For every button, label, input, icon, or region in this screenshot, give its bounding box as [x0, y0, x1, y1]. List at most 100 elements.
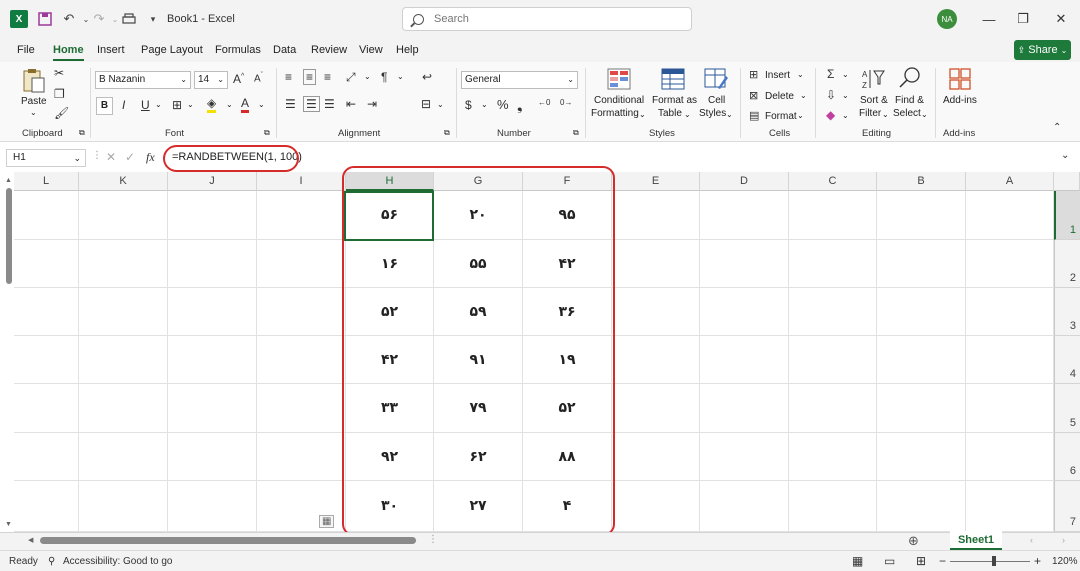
vertical-scrollbar-thumb[interactable] [6, 188, 12, 284]
cell-a1[interactable] [966, 191, 1054, 240]
tab-insert[interactable]: Insert [97, 44, 125, 56]
merge-center-icon[interactable]: ⊟ [421, 97, 431, 111]
paste-button[interactable]: Paste [21, 96, 47, 107]
row-header-2[interactable]: 2 [1054, 240, 1080, 288]
sort-filter-dropdown-icon[interactable]: ⌄ [882, 110, 889, 119]
delete-cells-button[interactable]: Delete [765, 91, 794, 102]
customize-toolbar-icon[interactable]: ▾ [144, 10, 162, 28]
find-select-label-1[interactable]: Find & [895, 95, 924, 106]
save-icon[interactable] [36, 10, 54, 28]
borders-icon[interactable]: ⊞ [172, 98, 182, 112]
copy-icon[interactable]: ❐ [54, 87, 65, 101]
format-cells-button[interactable]: Format [765, 111, 797, 122]
cell-b7[interactable] [877, 481, 966, 532]
add-ins-button[interactable]: Add-ins [943, 95, 977, 106]
autosum-icon[interactable]: Σ [827, 67, 834, 81]
search-box[interactable] [402, 7, 692, 31]
column-header-l[interactable]: L [14, 172, 79, 191]
cell-a4[interactable] [966, 336, 1054, 384]
cell-a2[interactable] [966, 240, 1054, 288]
cell-a5[interactable] [966, 384, 1054, 433]
wrap-text-icon[interactable]: ↩ [422, 70, 432, 84]
conditional-formatting-label-2[interactable]: Formatting [591, 108, 639, 119]
add-ins-icon[interactable] [948, 68, 972, 90]
merge-dropdown-icon[interactable]: ⌄ [437, 100, 444, 109]
align-center-icon[interactable]: ☰ [303, 96, 320, 112]
underline-button[interactable]: U [141, 98, 150, 112]
comma-style-icon[interactable]: ❟ [517, 97, 523, 114]
column-header-i[interactable]: I [257, 172, 346, 191]
tab-view[interactable]: View [359, 44, 383, 56]
tab-file[interactable]: File [17, 44, 35, 56]
zoom-slider-thumb[interactable] [992, 556, 996, 566]
cell-j3[interactable] [168, 288, 257, 336]
scroll-down-icon[interactable]: ▼ [5, 521, 12, 528]
find-select-dropdown-icon[interactable]: ⌄ [921, 110, 928, 119]
cell-c2[interactable] [789, 240, 877, 288]
tab-review[interactable]: Review [311, 44, 347, 56]
row-header-1[interactable]: 1 [1054, 191, 1080, 240]
underline-dropdown-icon[interactable]: ⌄ [155, 100, 162, 109]
format-as-table-label-1[interactable]: Format as [652, 95, 697, 106]
page-layout-view-icon[interactable]: ▭ [884, 554, 895, 568]
cell-e7[interactable] [612, 481, 700, 532]
cell-d4[interactable] [700, 336, 789, 384]
cell-e6[interactable] [612, 433, 700, 481]
horizontal-scrollbar-thumb[interactable] [40, 537, 416, 544]
number-format-select[interactable]: General ⌄ [461, 71, 578, 89]
row-header-6[interactable]: 6 [1054, 433, 1080, 481]
minimize-icon[interactable]: — [980, 10, 998, 28]
borders-dropdown-icon[interactable]: ⌄ [187, 100, 194, 109]
cell-d1[interactable] [700, 191, 789, 240]
cell-c7[interactable] [789, 481, 877, 532]
cell-l6[interactable] [14, 433, 79, 481]
fill-icon[interactable]: ⇩ [826, 88, 836, 102]
format-painter-icon[interactable]: 🖌 [54, 106, 69, 120]
page-break-view-icon[interactable]: ⊞ [916, 554, 926, 568]
cell-c6[interactable] [789, 433, 877, 481]
cancel-entry-icon[interactable]: ✕ [106, 150, 116, 164]
cell-b4[interactable] [877, 336, 966, 384]
new-sheet-icon[interactable]: ⊕ [908, 533, 919, 549]
currency-icon[interactable]: $ [465, 98, 472, 112]
align-top-icon[interactable]: ≡ [285, 70, 292, 84]
cell-styles-label-2[interactable]: Styles [699, 108, 726, 119]
column-header-j[interactable]: J [168, 172, 257, 191]
increase-indent-icon[interactable]: ⇥ [367, 97, 377, 111]
cell-j7[interactable] [168, 481, 257, 532]
align-bottom-icon[interactable]: ≡ [324, 70, 331, 84]
cell-k5[interactable] [79, 384, 168, 433]
share-button[interactable]: ⇪ Share ⌄ [1014, 40, 1071, 60]
align-right-icon[interactable]: ☰ [324, 97, 335, 111]
cell-e2[interactable] [612, 240, 700, 288]
paste-dropdown-icon[interactable]: ⌄ [30, 108, 37, 117]
print-icon[interactable] [120, 10, 138, 28]
cell-k6[interactable] [79, 433, 168, 481]
scroll-left-icon[interactable]: ◀ [28, 536, 33, 544]
previous-sheet-icon[interactable]: ‹ [1030, 535, 1033, 545]
collapse-ribbon-icon[interactable]: ⌃ [1053, 122, 1061, 133]
cell-a7[interactable] [966, 481, 1054, 532]
conditional-formatting-dropdown-icon[interactable]: ⌄ [639, 110, 646, 119]
cell-styles-label-1[interactable]: Cell [708, 95, 725, 106]
cell-l5[interactable] [14, 384, 79, 433]
cell-l7[interactable] [14, 481, 79, 532]
cell-k3[interactable] [79, 288, 168, 336]
cell-l4[interactable] [14, 336, 79, 384]
cell-i1[interactable] [257, 191, 346, 240]
normal-view-icon[interactable]: ▦ [852, 554, 863, 568]
format-as-table-label-2[interactable]: Table [658, 108, 682, 119]
cell-c5[interactable] [789, 384, 877, 433]
insert-cells-button[interactable]: Insert [765, 70, 790, 81]
sort-filter-icon[interactable]: AZ [862, 68, 886, 90]
insert-cells-icon[interactable]: ⊞ [749, 68, 758, 81]
confirm-entry-icon[interactable]: ✓ [125, 150, 135, 164]
conditional-formatting-icon[interactable] [607, 68, 631, 90]
format-as-table-dropdown-icon[interactable]: ⌄ [684, 110, 691, 119]
scroll-up-icon[interactable]: ▲ [5, 177, 12, 184]
format-as-table-icon[interactable] [661, 68, 685, 90]
restore-icon[interactable]: ❐ [1014, 10, 1032, 28]
font-name-select[interactable]: B Nazanin ⌄ [95, 71, 191, 89]
decrease-decimal-icon[interactable]: 0→ [560, 98, 572, 107]
delete-cells-icon[interactable]: ⊠ [749, 89, 758, 102]
